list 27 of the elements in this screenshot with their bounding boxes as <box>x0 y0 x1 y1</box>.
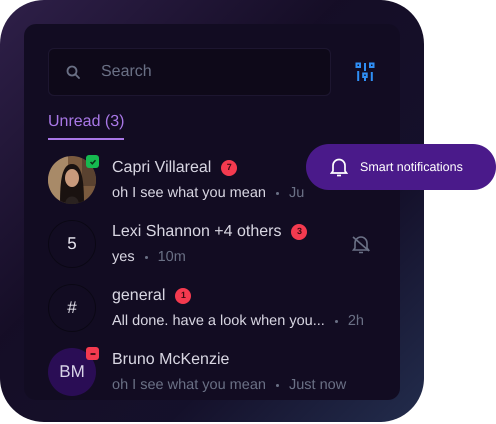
message-time: 2h <box>348 312 364 331</box>
bell-icon <box>330 157 348 177</box>
search-field[interactable]: Search <box>48 48 331 96</box>
message-preview: All done. have a look when you... <box>112 312 325 331</box>
tab[interactable]: Unread (3) <box>48 96 124 140</box>
message-preview: yes <box>112 248 135 267</box>
search-icon <box>66 65 80 79</box>
smart-notifications-button[interactable]: Smart notifications <box>306 144 496 190</box>
message-time: Ju <box>288 184 304 203</box>
contact-name: Lexi Shannon +4 others <box>112 222 282 242</box>
message-preview: oh I see what you mean <box>112 184 266 203</box>
message-preview: oh I see what you mean <box>112 376 266 395</box>
unread-count: 7 <box>221 160 238 176</box>
unread-count: 1 <box>175 288 192 304</box>
avatar: 5 <box>48 220 96 268</box>
contact-name: Bruno McKenzie <box>112 350 230 370</box>
busy-status-icon <box>86 347 99 360</box>
avatar: # <box>48 284 96 332</box>
unread-count: 3 <box>291 224 308 240</box>
online-status-icon <box>86 155 99 168</box>
filter-icon[interactable] <box>355 62 375 82</box>
message-time: Just now <box>288 376 346 395</box>
contact-name: Capri Villareal <box>112 158 212 178</box>
contact-name: general <box>112 286 166 306</box>
avatar: BM <box>48 348 96 396</box>
message-time: 10m <box>158 248 186 267</box>
muted-bell-icon[interactable] <box>350 233 372 255</box>
